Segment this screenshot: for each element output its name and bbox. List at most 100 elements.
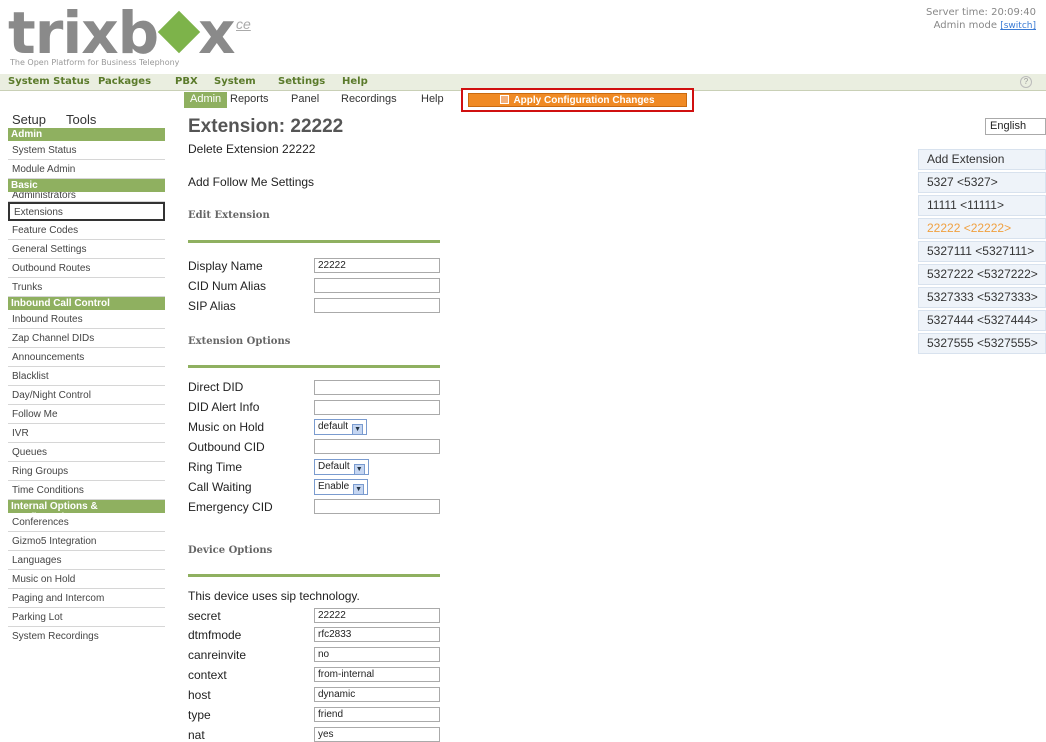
section-device-options: Device Options — [188, 545, 273, 556]
extension-list-item[interactable]: 5327555 <5327555> — [918, 333, 1046, 354]
logo-ce-suffix: ce — [236, 16, 251, 32]
sidebar-item-zap-channel-dids[interactable]: Zap Channel DIDs — [8, 329, 165, 348]
trixbox-logo[interactable]: trixb x ce — [8, 0, 251, 67]
extension-list-item[interactable]: 11111 <11111> — [918, 195, 1046, 216]
sub-menu-admin[interactable]: Admin — [184, 92, 228, 108]
follow-me-link[interactable]: Add Follow Me Settings — [188, 175, 314, 189]
logo-diamond-icon — [157, 10, 201, 54]
sidebar-item-paging-intercom[interactable]: Paging and Intercom — [8, 589, 165, 608]
apply-config-label: Apply Configuration Changes — [513, 95, 655, 106]
sidebar-item-feature-codes[interactable]: Feature Codes — [8, 221, 165, 240]
device-technology-note: This device uses sip technology. — [188, 589, 360, 603]
add-extension-link[interactable]: Add Extension — [918, 149, 1046, 170]
extension-list-item[interactable]: 5327444 <5327444> — [918, 310, 1046, 331]
direct-did-input[interactable] — [314, 380, 440, 395]
sidebar-item-conferences[interactable]: Conferences — [8, 513, 165, 532]
sidebar-item-time-conditions[interactable]: Time Conditions — [8, 481, 165, 500]
help-icon[interactable]: ? — [1020, 76, 1032, 88]
host-input[interactable] — [314, 687, 440, 702]
dtmfmode-input[interactable] — [314, 627, 440, 642]
music-on-hold-value: default — [318, 421, 349, 432]
sidebar-item-day-night-control[interactable]: Day/Night Control — [8, 386, 165, 405]
emergency-cid-label: Emergency CID — [188, 500, 273, 514]
language-select[interactable]: English — [985, 118, 1046, 135]
tab-tools[interactable]: Tools — [66, 112, 96, 127]
host-label: host — [188, 688, 211, 702]
sidebar-item-ring-groups[interactable]: Ring Groups — [8, 462, 165, 481]
top-menu-pbx[interactable]: PBX — [175, 76, 198, 87]
top-menu-help[interactable]: Help — [342, 76, 368, 87]
type-input[interactable] — [314, 707, 440, 722]
delete-extension-link[interactable]: Delete Extension 22222 — [188, 142, 315, 156]
dtmfmode-label: dtmfmode — [188, 628, 242, 642]
sip-alias-input[interactable] — [314, 298, 440, 313]
ring-time-select[interactable]: Default ▼ — [314, 459, 369, 475]
sidebar-item-administrators[interactable]: Administrators — [8, 192, 165, 202]
canreinvite-input[interactable] — [314, 647, 440, 662]
sidebar-item-system-status[interactable]: System Status — [8, 141, 165, 160]
switch-mode-link[interactable]: [switch] — [1000, 21, 1036, 31]
outbound-cid-input[interactable] — [314, 439, 440, 454]
nat-input[interactable] — [314, 727, 440, 742]
sub-menu-reports[interactable]: Reports — [224, 92, 275, 108]
chevron-down-icon: ▼ — [353, 464, 365, 475]
sidebar-item-ivr[interactable]: IVR — [8, 424, 165, 443]
top-menu-system[interactable]: System — [214, 76, 256, 87]
call-waiting-value: Enable — [318, 481, 350, 492]
top-menu-system-status[interactable]: System Status — [8, 76, 90, 87]
canreinvite-label: canreinvite — [188, 648, 247, 662]
sidebar-item-announcements[interactable]: Announcements — [8, 348, 165, 367]
apply-config-button[interactable]: Apply Configuration Changes — [468, 93, 687, 107]
tagline: The Open Platform for Business Telephony — [10, 58, 180, 67]
header: trixb x ce The Open Platform for Business… — [0, 0, 1046, 74]
context-input[interactable] — [314, 667, 440, 682]
secret-label: secret — [188, 609, 221, 623]
sidebar-heading-basic: Basic — [8, 179, 165, 192]
section-divider — [188, 574, 440, 577]
sidebar-item-blacklist[interactable]: Blacklist — [8, 367, 165, 386]
sidebar-item-parking-lot[interactable]: Parking Lot — [8, 608, 165, 627]
cid-num-alias-label: CID Num Alias — [188, 279, 267, 293]
apply-config-icon — [500, 95, 510, 104]
sub-menu-panel[interactable]: Panel — [285, 92, 325, 108]
server-info: Server time: 20:09:40 Admin mode [switch… — [926, 6, 1036, 33]
sidebar-item-languages[interactable]: Languages — [8, 551, 165, 570]
logo-text-left: trixb — [8, 0, 159, 67]
sidebar-item-inbound-routes[interactable]: Inbound Routes — [8, 310, 165, 329]
music-on-hold-label: Music on Hold — [188, 420, 265, 434]
section-divider — [188, 240, 440, 243]
server-time: Server time: 20:09:40 — [925, 7, 1036, 18]
sidebar-item-extensions[interactable]: Extensions — [8, 202, 165, 221]
extension-list: Add Extension 5327 <5327> 11111 <11111> … — [918, 149, 1046, 356]
extension-list-item-current[interactable]: 22222 <22222> — [918, 218, 1046, 239]
sidebar-heading-admin: Admin — [8, 128, 165, 141]
sidebar-item-gizmo5-integration[interactable]: Gizmo5 Integration — [8, 532, 165, 551]
extension-list-item[interactable]: 5327222 <5327222> — [918, 264, 1046, 285]
top-menu-packages[interactable]: Packages — [98, 76, 151, 87]
top-menu-settings[interactable]: Settings — [278, 76, 325, 87]
extension-list-item[interactable]: 5327 <5327> — [918, 172, 1046, 193]
sidebar-item-music-on-hold[interactable]: Music on Hold — [8, 570, 165, 589]
sidebar-item-module-admin[interactable]: Module Admin — [8, 160, 165, 179]
cid-num-alias-input[interactable] — [314, 278, 440, 293]
ring-time-label: Ring Time — [188, 460, 243, 474]
secret-input[interactable] — [314, 608, 440, 623]
music-on-hold-select[interactable]: default ▼ — [314, 419, 368, 435]
sub-menu-help[interactable]: Help — [415, 92, 450, 108]
sidebar-item-follow-me[interactable]: Follow Me — [8, 405, 165, 424]
emergency-cid-input[interactable] — [314, 499, 440, 514]
sidebar-item-queues[interactable]: Queues — [8, 443, 165, 462]
tab-setup[interactable]: Setup — [12, 112, 46, 127]
sidebar-item-trunks[interactable]: Trunks — [8, 278, 165, 297]
display-name-input[interactable] — [314, 258, 440, 273]
call-waiting-select[interactable]: Enable ▼ — [314, 479, 369, 495]
extension-list-item[interactable]: 5327333 <5327333> — [918, 287, 1046, 308]
did-alert-info-input[interactable] — [314, 400, 440, 415]
context-label: context — [188, 668, 227, 682]
sub-menu-recordings[interactable]: Recordings — [335, 92, 403, 108]
sidebar-item-system-recordings[interactable]: System Recordings — [8, 627, 165, 646]
sidebar-item-outbound-routes[interactable]: Outbound Routes — [8, 259, 165, 278]
section-extension-options: Extension Options — [188, 336, 291, 347]
extension-list-item[interactable]: 5327111 <5327111> — [918, 241, 1046, 262]
sidebar-item-general-settings[interactable]: General Settings — [8, 240, 165, 259]
